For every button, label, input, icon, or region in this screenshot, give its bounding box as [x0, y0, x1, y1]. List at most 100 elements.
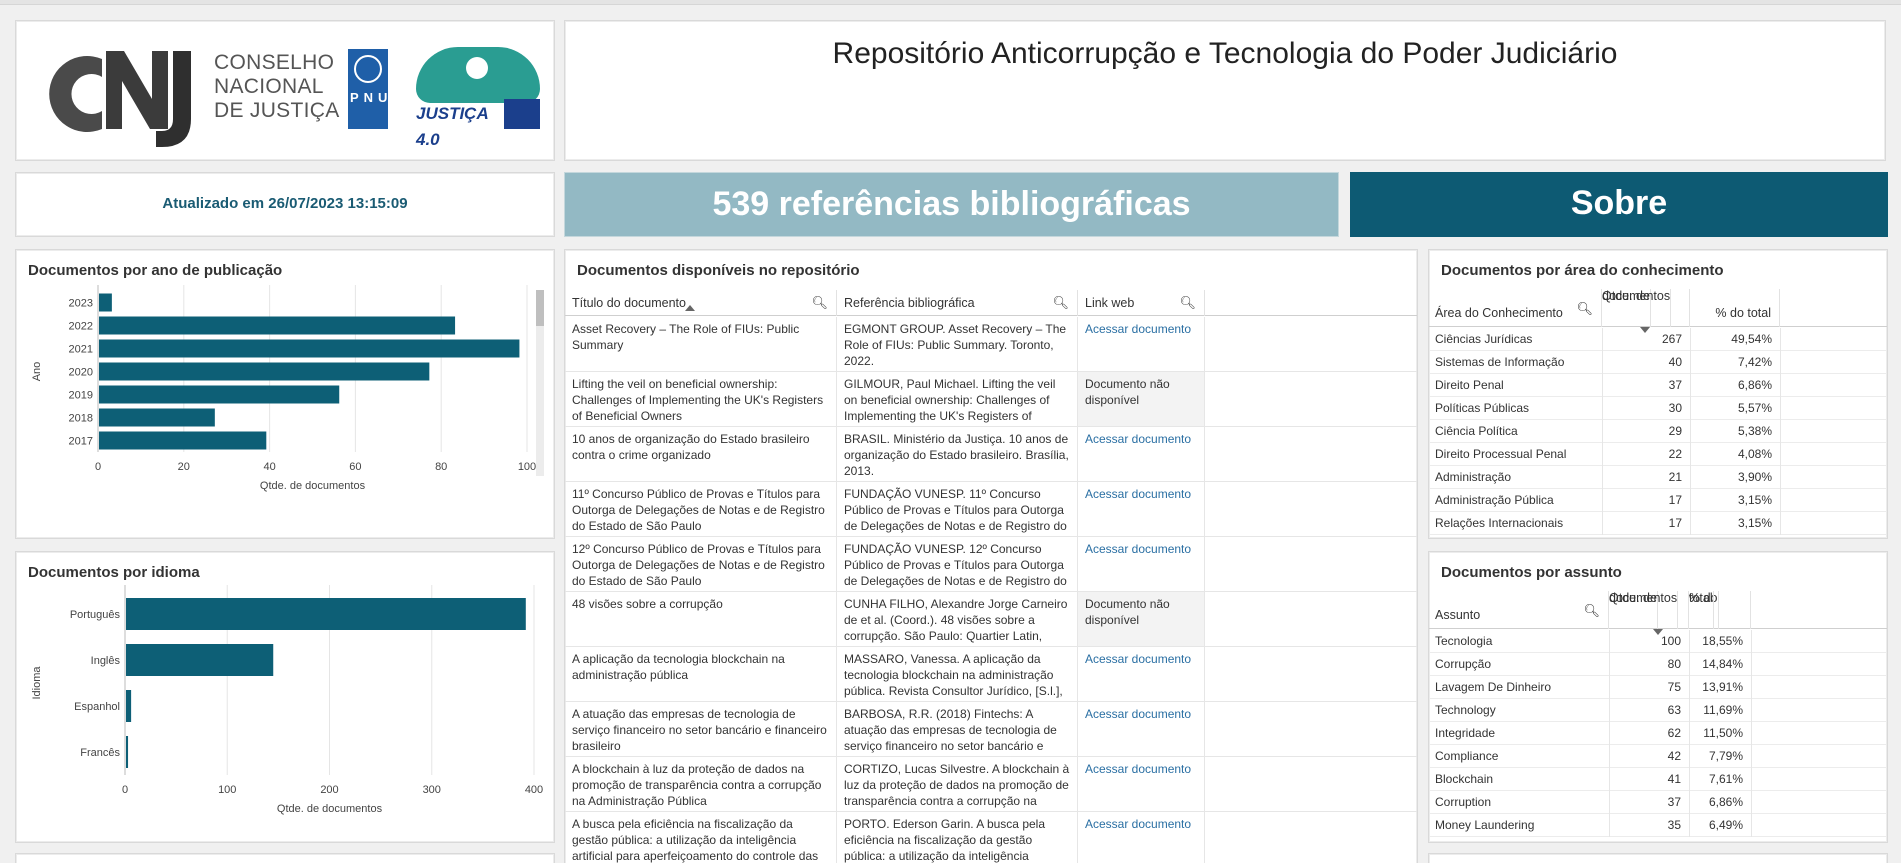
column-divider — [1780, 466, 1781, 489]
search-icon[interactable]: 🔍︎ — [1052, 295, 1069, 311]
x-axis-label: Qtde. de documentos — [260, 480, 366, 492]
row-percent: 11,69% — [1703, 703, 1743, 717]
access-document-link[interactable]: Acessar documento — [1078, 812, 1205, 863]
top-bar — [0, 0, 1901, 5]
table-row[interactable]: 10 anos de organização do Estado brasile… — [565, 427, 1417, 482]
access-document-link[interactable]: Acessar documento — [1078, 647, 1205, 701]
bar[interactable] — [126, 644, 274, 676]
reference-cell: BARBOSA, R.R. (2018) Fintechs: A atuação… — [837, 702, 1078, 756]
search-icon[interactable]: 🔍︎ — [1583, 603, 1600, 619]
document-title-cell: 12º Concurso Público de Provas e Títulos… — [565, 537, 837, 591]
column-divider — [1780, 397, 1781, 420]
column-divider — [1689, 676, 1690, 699]
access-document-link[interactable]: Acessar documento — [1078, 757, 1205, 811]
table-row[interactable]: Relações Internacionais 17 3,15% — [1429, 512, 1887, 535]
access-document-link[interactable]: Acessar documento — [1078, 482, 1205, 536]
table-row[interactable]: Sistemas de Informação 40 7,42% — [1429, 351, 1887, 374]
access-document-link[interactable]: Acessar documento — [1078, 537, 1205, 591]
next-panel-left — [15, 853, 555, 863]
reference-cell: PORTO. Ederson Garin. A busca pela efici… — [837, 812, 1078, 863]
y-tick-label: 2022 — [69, 321, 93, 333]
table-row[interactable]: Direito Processual Penal 22 4,08% — [1429, 443, 1887, 466]
row-quantity: 62 — [1667, 726, 1681, 740]
bar[interactable] — [126, 598, 526, 630]
table-row[interactable]: Corruption 37 6,86% — [1429, 791, 1887, 814]
table-row[interactable]: Compliance 42 7,79% — [1429, 745, 1887, 768]
x-tick-label: 60 — [349, 461, 361, 473]
y-tick-label: 2021 — [69, 344, 93, 356]
bar[interactable] — [99, 431, 267, 450]
column-header-qty[interactable]: Qtde. de documentos — [1609, 591, 1689, 635]
table-row[interactable]: Ciências Jurídicas 267 49,54% — [1429, 328, 1887, 351]
column-divider — [1689, 791, 1690, 814]
bar[interactable] — [99, 362, 430, 381]
table-row[interactable]: Administração Pública 17 3,15% — [1429, 489, 1887, 512]
sobre-button[interactable]: Sobre — [1350, 172, 1888, 237]
bar[interactable] — [126, 736, 129, 768]
column-header-qty[interactable]: Qtde. de documentos — [1602, 289, 1690, 333]
y-tick-label: 2018 — [69, 413, 93, 425]
bar[interactable] — [99, 293, 112, 312]
y-tick-label: 2023 — [69, 298, 93, 310]
bar[interactable] — [99, 385, 340, 404]
column-header-area[interactable]: Área do Conhecimento 🔍︎ — [1429, 289, 1602, 327]
area-table-title: Documentos por área do conhecimento — [1441, 262, 1724, 279]
table-row[interactable]: Tecnologia 100 18,55% — [1429, 630, 1887, 653]
table-row[interactable]: Lavagem De Dinheiro 75 13,91% — [1429, 676, 1887, 699]
table-row[interactable]: Lifting the veil on beneficial ownership… — [565, 372, 1417, 427]
reference-cell: CORTIZO, Lucas Silvestre. A blockchain à… — [837, 757, 1078, 811]
search-icon[interactable]: 🔍︎ — [1179, 295, 1196, 311]
column-divider — [1751, 768, 1752, 791]
table-row[interactable]: Money Laundering 35 6,49% — [1429, 814, 1887, 837]
column-header-pct[interactable]: % do total — [1690, 289, 1780, 327]
table-row[interactable]: Technology 63 11,69% — [1429, 699, 1887, 722]
column-header-qty-line2: documentos — [1602, 289, 1672, 327]
table-row[interactable]: Asset Recovery – The Role of FIUs: Publi… — [565, 317, 1417, 372]
table-row[interactable]: 12º Concurso Público de Provas e Títulos… — [565, 537, 1417, 592]
bar[interactable] — [126, 690, 132, 722]
search-icon[interactable]: 🔍︎ — [811, 295, 828, 311]
scrollbar-thumb[interactable] — [536, 290, 544, 326]
x-tick-label: 400 — [525, 784, 543, 796]
column-header-link[interactable]: Link web 🔍︎ — [1078, 290, 1205, 316]
table-row[interactable]: 11º Concurso Público de Provas e Títulos… — [565, 482, 1417, 537]
row-quantity: 17 — [1668, 493, 1682, 507]
table-row[interactable]: Corrupção 80 14,84% — [1429, 653, 1887, 676]
column-divider — [1689, 814, 1690, 837]
table-row[interactable]: Direito Penal 37 6,86% — [1429, 374, 1887, 397]
access-document-link[interactable]: Acessar documento — [1078, 702, 1205, 756]
document-title-cell: A aplicação da tecnologia blockchain na … — [565, 647, 837, 701]
search-icon[interactable]: 🔍︎ — [1576, 301, 1593, 317]
row-quantity: 42 — [1667, 749, 1681, 763]
column-header-reference[interactable]: Referência bibliográfica 🔍︎ — [837, 290, 1078, 316]
reference-cell: FUNDAÇÃO VUNESP. 11º Concurso Público de… — [837, 482, 1078, 536]
column-header-pct-label: % do total — [1715, 306, 1771, 320]
column-header-pct[interactable]: % do total — [1689, 591, 1751, 629]
column-divider — [1751, 722, 1752, 745]
access-document-link[interactable]: Acessar documento — [1078, 427, 1205, 481]
column-header-title[interactable]: Título do documento 🔍︎ — [565, 290, 837, 316]
table-row[interactable]: A atuação das empresas de tecnologia de … — [565, 702, 1417, 757]
table-row[interactable]: Integridade 62 11,50% — [1429, 722, 1887, 745]
x-tick-label: 300 — [423, 784, 441, 796]
table-row[interactable]: A busca pela eficiência na fiscalização … — [565, 812, 1417, 863]
table-row[interactable]: Políticas Públicas 30 5,57% — [1429, 397, 1887, 420]
table-row[interactable]: Blockchain 41 7,61% — [1429, 768, 1887, 791]
table-row[interactable]: Administração 21 3,90% — [1429, 466, 1887, 489]
y-tick-label: 2020 — [69, 367, 93, 379]
document-title-cell: 48 visões sobre a corrupção — [565, 592, 837, 646]
reference-cell: BRASIL. Ministério da Justiça. 10 anos d… — [837, 427, 1078, 481]
column-divider — [1689, 699, 1690, 722]
access-document-link[interactable]: Acessar documento — [1078, 317, 1205, 371]
column-header-subject[interactable]: Assunto 🔍︎ — [1429, 591, 1609, 629]
bar[interactable] — [99, 339, 520, 358]
table-row[interactable]: A blockchain à luz da proteção de dados … — [565, 757, 1417, 812]
sort-ascending-icon — [685, 305, 695, 311]
table-row[interactable]: 48 visões sobre a corrupção CUNHA FILHO, … — [565, 592, 1417, 647]
x-tick-label: 100 — [218, 784, 236, 796]
table-row[interactable]: A aplicação da tecnologia blockchain na … — [565, 647, 1417, 702]
table-row[interactable]: Ciência Política 29 5,38% — [1429, 420, 1887, 443]
bar[interactable] — [99, 316, 456, 335]
row-percent: 6,49% — [1708, 818, 1743, 832]
bar[interactable] — [99, 408, 215, 427]
